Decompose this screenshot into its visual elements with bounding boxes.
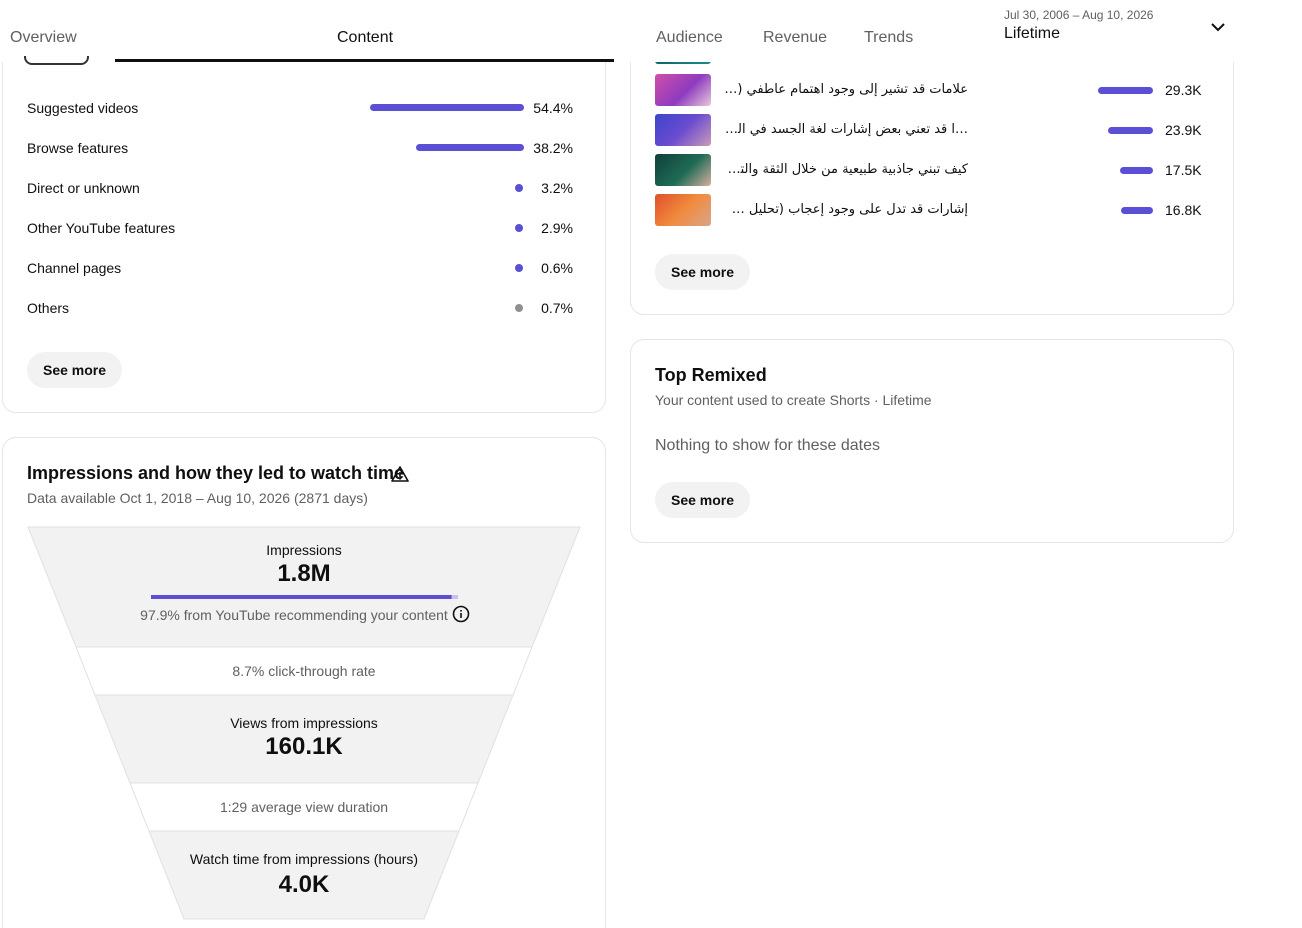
filter-chip-partial[interactable] bbox=[24, 56, 89, 65]
watch-time-block: Watch time from impressions (hours) 4.0K bbox=[27, 851, 581, 899]
tab-audience[interactable]: Audience bbox=[656, 29, 723, 47]
date-period-text: Lifetime bbox=[1004, 25, 1061, 42]
tab-overview[interactable]: Overview bbox=[10, 29, 77, 47]
tab-revenue[interactable]: Revenue bbox=[763, 29, 827, 47]
impressions-value: 1.8M bbox=[277, 560, 331, 587]
watch-time-label: Watch time from impressions (hours) bbox=[189, 851, 419, 867]
watch-time-value: 4.0K bbox=[278, 871, 330, 898]
views-value: 160.1K bbox=[265, 733, 343, 760]
ctr-text: 8.7% click-through rate bbox=[232, 663, 376, 679]
recommended-bar-fill bbox=[151, 595, 452, 599]
chevron-down-icon[interactable] bbox=[1209, 18, 1227, 36]
active-tab-indicator bbox=[115, 59, 614, 62]
views-block: Views from impressions 160.1K bbox=[27, 715, 581, 761]
recommended-text: 97.9% from YouTube recommending your con… bbox=[140, 607, 448, 623]
recommended-text-wrap: 97.9% from YouTube recommending your con… bbox=[27, 607, 581, 625]
tab-content[interactable]: Content bbox=[337, 29, 393, 47]
impressions-block: Impressions 1.8M bbox=[27, 542, 581, 588]
analytics-tab-bar: Overview Content Audience Revenue Trends… bbox=[0, 0, 1302, 65]
info-icon[interactable] bbox=[452, 605, 470, 623]
date-range-text: Jul 30, 2006 – Aug 10, 2026 bbox=[1004, 8, 1154, 22]
funnel-graphic bbox=[27, 526, 581, 920]
tab-trends[interactable]: Trends bbox=[864, 29, 913, 47]
avd-text: 1:29 average view duration bbox=[219, 799, 389, 815]
impressions-label: Impressions bbox=[266, 542, 342, 558]
views-label: Views from impressions bbox=[230, 715, 378, 731]
